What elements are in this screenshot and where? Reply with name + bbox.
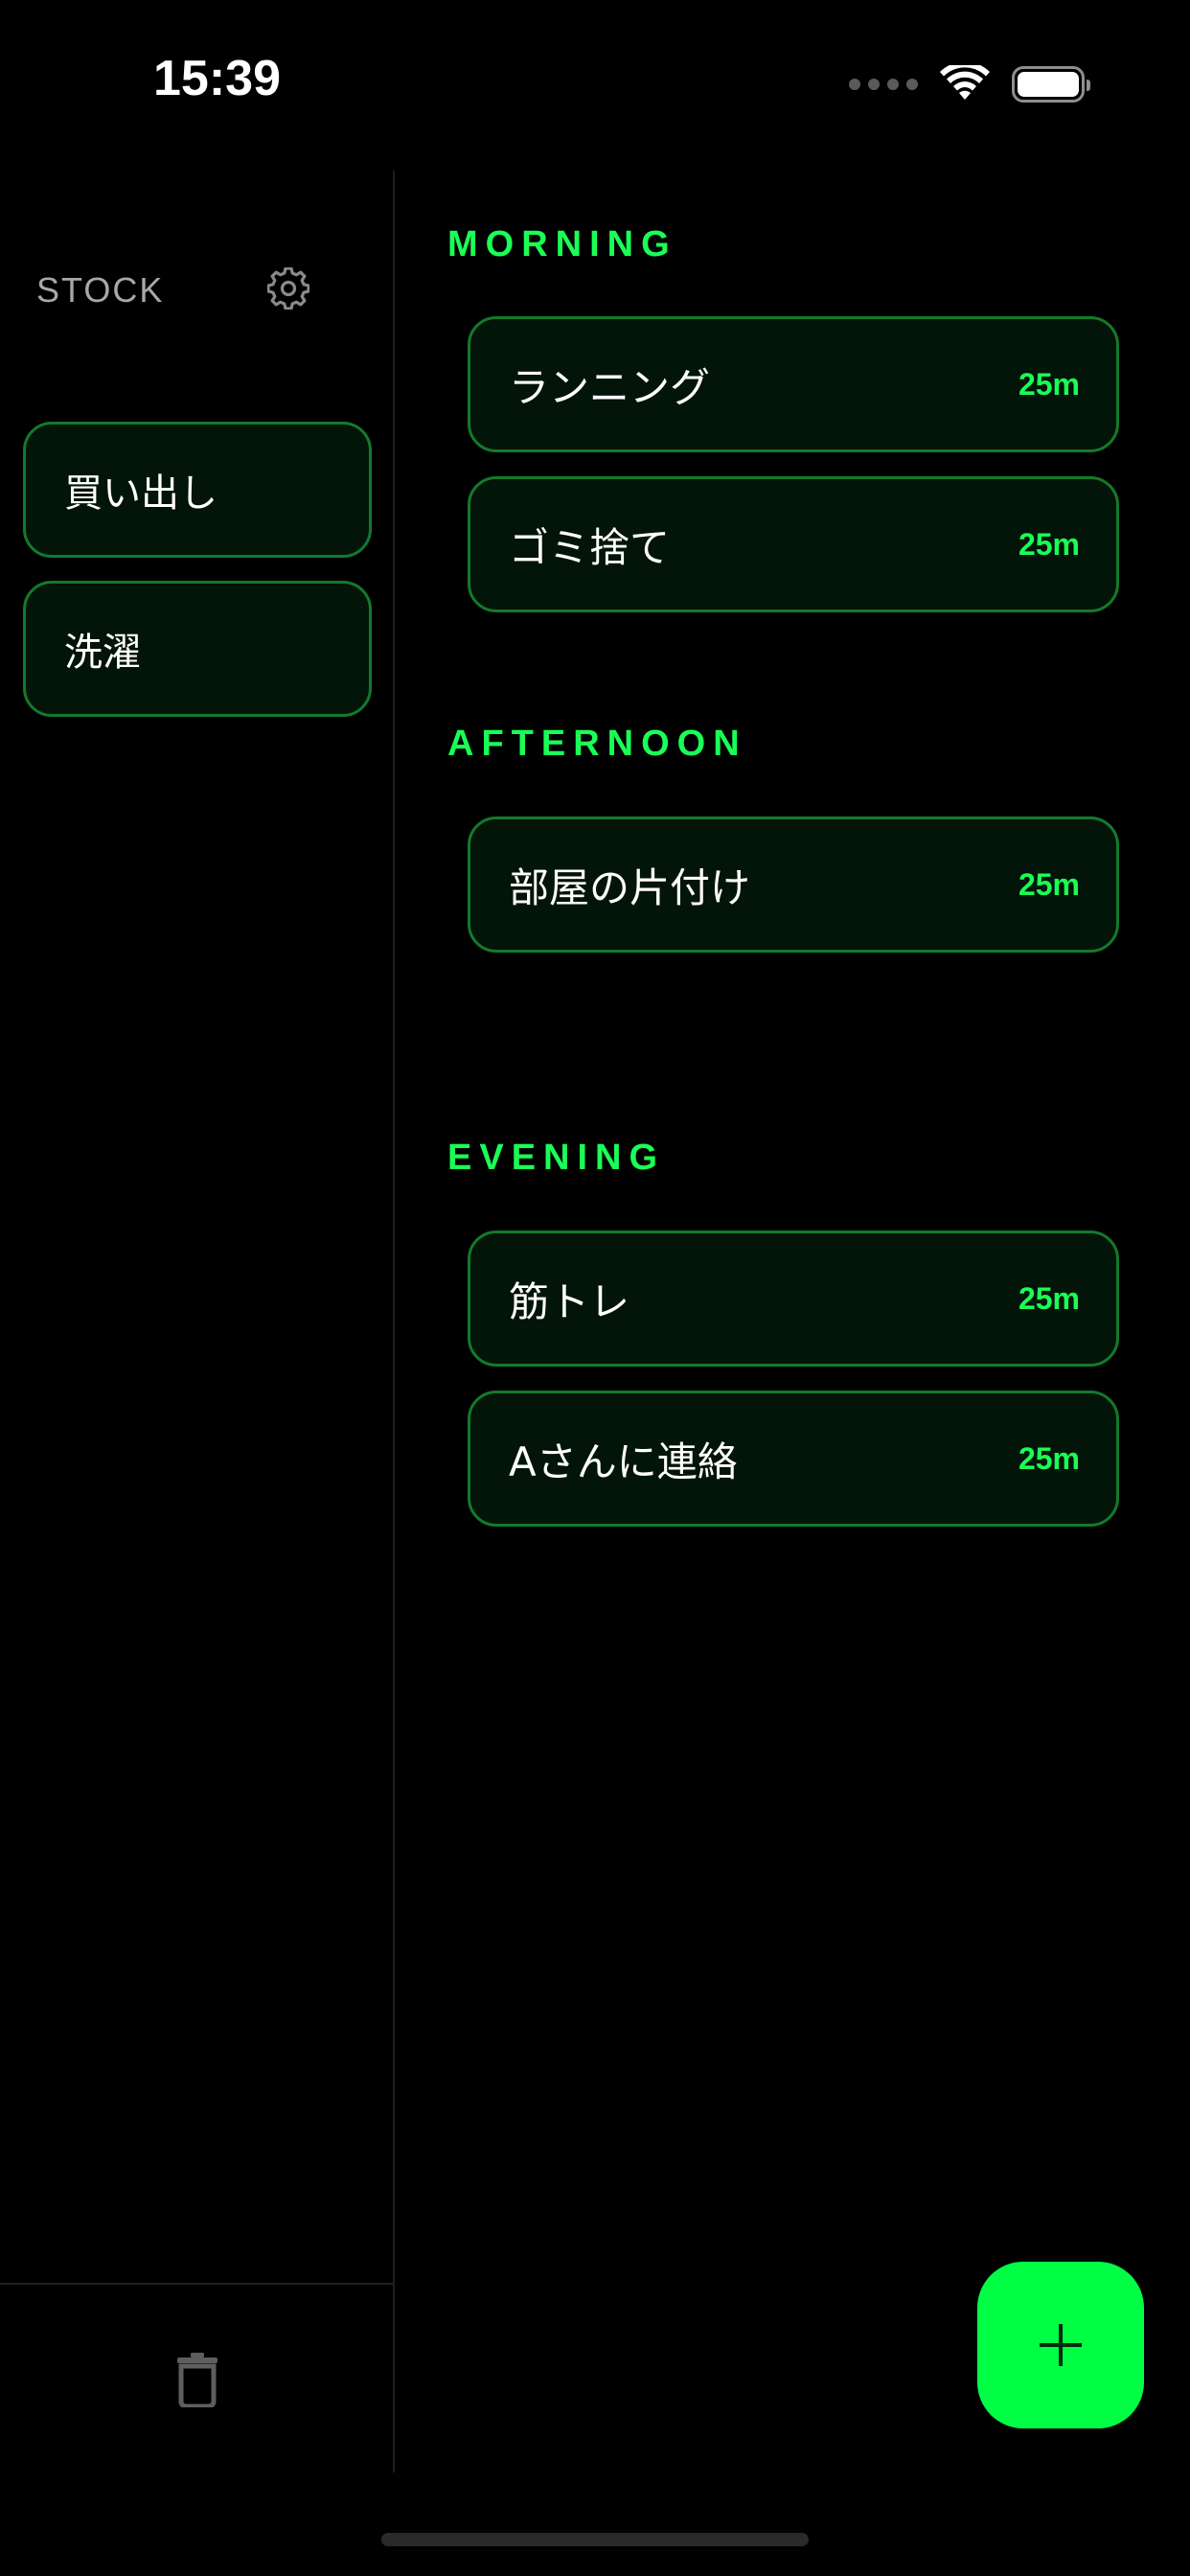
task-duration: 25m <box>1018 1280 1080 1316</box>
task-duration: 25m <box>1018 526 1080 562</box>
task-label: Aさんに連絡 <box>509 1438 738 1485</box>
stock-item-label: 買い出し <box>64 472 217 516</box>
home-indicator[interactable] <box>381 2533 809 2546</box>
stock-item[interactable]: 買い出し <box>23 422 372 558</box>
stock-sidebar: STOCK 買い出し 洗濯 <box>0 171 395 2472</box>
task-card[interactable]: ゴミ捨て 25m <box>468 476 1119 612</box>
task-label: ランニング <box>509 363 711 411</box>
section-title-afternoon: AFTERNOON <box>447 724 747 764</box>
status-icons <box>849 63 1090 105</box>
status-time: 15:39 <box>153 51 281 106</box>
task-label: 部屋の片付け <box>509 863 751 911</box>
add-task-button[interactable] <box>977 2262 1144 2428</box>
section-title-evening: EVENING <box>447 1138 666 1178</box>
sidebar-title: STOCK <box>36 270 165 310</box>
trash-icon <box>177 2353 217 2407</box>
trash-button[interactable] <box>169 2348 226 2411</box>
task-card[interactable]: 部屋の片付け 25m <box>468 816 1119 953</box>
task-duration: 25m <box>1018 1440 1080 1476</box>
stock-item[interactable]: 洗濯 <box>23 581 372 717</box>
section-title-morning: MORNING <box>447 224 677 264</box>
task-duration: 25m <box>1018 366 1080 402</box>
task-duration: 25m <box>1018 866 1080 902</box>
task-card[interactable]: ランニング 25m <box>468 316 1119 452</box>
gear-icon <box>267 267 309 310</box>
sidebar-divider <box>0 2283 393 2285</box>
task-card[interactable]: 筋トレ 25m <box>468 1230 1119 1367</box>
task-card[interactable]: Aさんに連絡 25m <box>468 1391 1119 1527</box>
wifi-icon <box>940 65 990 100</box>
battery-icon <box>1012 66 1090 103</box>
task-label: 筋トレ <box>509 1277 630 1325</box>
plus-icon <box>1040 2324 1082 2366</box>
stock-item-label: 洗濯 <box>64 631 141 675</box>
settings-button[interactable] <box>264 264 312 312</box>
task-label: ゴミ捨て <box>509 523 671 571</box>
cellular-dots-icon <box>849 79 918 90</box>
